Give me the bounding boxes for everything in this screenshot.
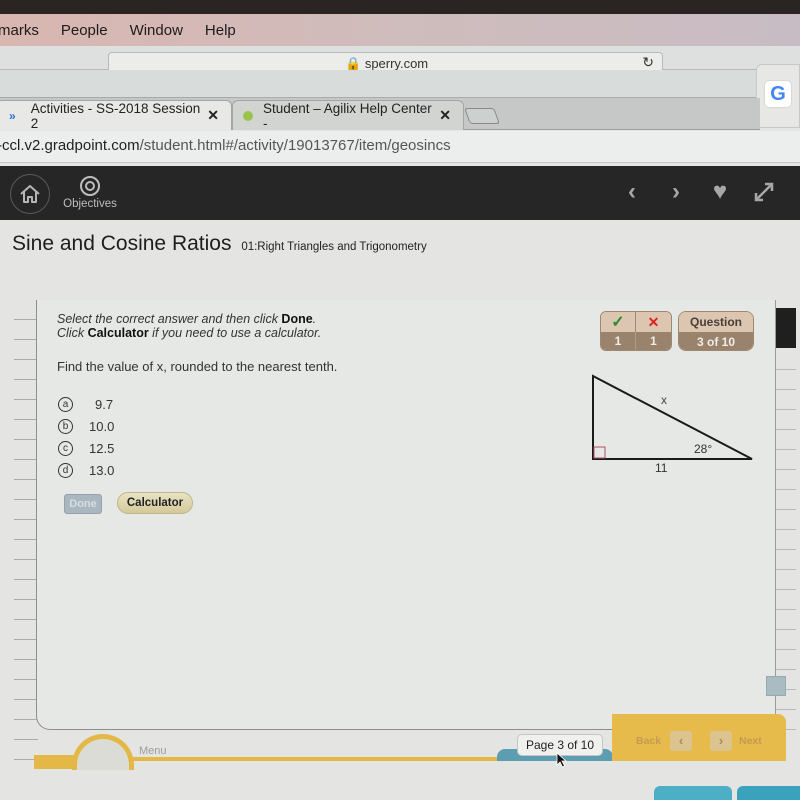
choice-b[interactable]: b 10.0	[58, 415, 114, 437]
monitor-bezel	[0, 0, 800, 14]
url-path: /student.html#/activity/19013767/item/ge…	[139, 137, 451, 154]
footer-bar-left	[34, 755, 74, 769]
menu-list-icon	[77, 739, 129, 770]
back-label[interactable]: Back	[636, 735, 661, 747]
objectives-button[interactable]: Objectives	[58, 176, 122, 210]
radio-c[interactable]: c	[58, 440, 73, 456]
next-label[interactable]: Next	[739, 735, 762, 747]
reload-icon[interactable]: ↻	[642, 54, 654, 71]
menu-button[interactable]	[72, 734, 134, 770]
right-angle-marker	[593, 446, 606, 459]
score-badge: ✓ ✕ 1 1	[600, 311, 672, 351]
close-tab-icon[interactable]: ✕	[207, 107, 219, 124]
target-icon	[80, 176, 100, 196]
choice-value: 13.0	[89, 462, 115, 478]
page-title: Sine and Cosine Ratios 01:Right Triangle…	[12, 232, 427, 256]
choice-a[interactable]: a 9.7	[58, 393, 114, 415]
background-omnibox[interactable]: 🔒 sperry.com ↻	[108, 52, 663, 72]
header-actions: ‹ › ♥	[610, 178, 786, 206]
previous-chevron-icon[interactable]: ‹	[610, 178, 654, 206]
tab-title: Student – Agilix Help Center -	[262, 100, 432, 131]
instructions: Select the correct answer and then click…	[57, 312, 321, 340]
tab-activities[interactable]: » Activities - SS-2018 Session 2 ✕	[0, 100, 232, 131]
done-button[interactable]: Done	[64, 494, 102, 514]
next-button[interactable]: ›	[710, 731, 732, 751]
heart-icon[interactable]: ♥	[698, 178, 742, 206]
question-progress: 3 of 10	[679, 332, 753, 350]
google-extension[interactable]: G	[756, 64, 800, 128]
url-host: -ccl.v2.gradpoint.com	[0, 137, 140, 154]
radio-b[interactable]: b	[58, 418, 73, 434]
notebook-rule-left	[14, 300, 38, 760]
choice-d[interactable]: d 13.0	[58, 459, 114, 481]
home-icon	[20, 185, 40, 203]
instruction-line-2: Click Calculator if you need to use a ca…	[57, 326, 322, 340]
scroll-button[interactable]	[766, 676, 786, 696]
menu-people[interactable]: People	[61, 22, 108, 39]
app-header: Objectives ‹ › ♥	[0, 166, 800, 220]
mouse-cursor-icon	[556, 752, 568, 768]
hypotenuse-label: x	[661, 393, 667, 407]
lesson-subtitle: 01:Right Triangles and Trigonometry	[241, 241, 427, 253]
panel-tab-marker	[776, 308, 796, 348]
notebook-rule-right	[776, 350, 796, 730]
url-text[interactable]: -ccl.v2.gradpoint.com/student.html#/acti…	[0, 137, 451, 154]
expand-icon[interactable]	[742, 178, 786, 206]
screen: marks People Window Help 🔒 sperry.com ↻ …	[0, 0, 800, 800]
menu-bookmarks[interactable]: marks	[0, 22, 39, 39]
answer-choices: a 9.7 b 10.0 c 12.5 d 13.0	[58, 393, 114, 481]
objectives-label: Objectives	[63, 198, 117, 210]
menu-window[interactable]: Window	[130, 22, 183, 39]
correct-count: 1	[601, 332, 636, 350]
question-label: Question	[679, 312, 753, 332]
google-icon: G	[765, 81, 791, 107]
choice-value: 12.5	[89, 440, 115, 456]
radio-a[interactable]: a	[58, 396, 73, 412]
new-tab-button[interactable]	[464, 108, 500, 124]
right-triangle-figure: x 28° 11	[592, 374, 753, 475]
mac-menu-bar: marks People Window Help	[0, 14, 800, 46]
choice-value: 10.0	[89, 418, 115, 434]
home-button[interactable]	[10, 174, 50, 214]
browser-frame	[0, 70, 760, 98]
incorrect-count: 1	[636, 332, 671, 350]
gradpoint-chevron-icon: »	[9, 108, 16, 123]
next-chevron-icon[interactable]: ›	[654, 178, 698, 206]
bottom-teal-button-2[interactable]	[737, 786, 800, 800]
close-tab-icon[interactable]: ✕	[439, 107, 451, 124]
back-button[interactable]: ‹	[670, 731, 692, 751]
triangle-shape	[592, 374, 753, 460]
choice-value: 9.7	[95, 396, 114, 412]
choice-c[interactable]: c 12.5	[58, 437, 114, 459]
question-prompt: Find the value of x, rounded to the near…	[57, 359, 338, 374]
angle-label: 28°	[694, 442, 712, 456]
radio-d[interactable]: d	[58, 462, 73, 478]
address-bar[interactable]: -ccl.v2.gradpoint.com/student.html#/acti…	[0, 131, 800, 163]
tab-strip: » Activities - SS-2018 Session 2 ✕ Stude…	[0, 98, 760, 131]
menu-help[interactable]: Help	[205, 22, 236, 39]
tab-title: Activities - SS-2018 Session 2	[30, 100, 201, 131]
correct-check-icon: ✓	[601, 312, 636, 332]
question-progress-badge: Question 3 of 10	[678, 311, 754, 351]
instruction-line-1: Select the correct answer and then click…	[57, 312, 317, 326]
agilix-leaf-icon	[243, 110, 253, 121]
lesson-title: Sine and Cosine Ratios	[12, 232, 232, 255]
incorrect-x-icon: ✕	[636, 312, 671, 332]
bottom-teal-button-1[interactable]	[654, 786, 732, 800]
base-label: 11	[655, 461, 668, 475]
calculator-button[interactable]: Calculator	[117, 492, 193, 514]
menu-label[interactable]: Menu	[139, 745, 167, 757]
tab-agilix-help[interactable]: Student – Agilix Help Center - ✕	[232, 100, 464, 131]
